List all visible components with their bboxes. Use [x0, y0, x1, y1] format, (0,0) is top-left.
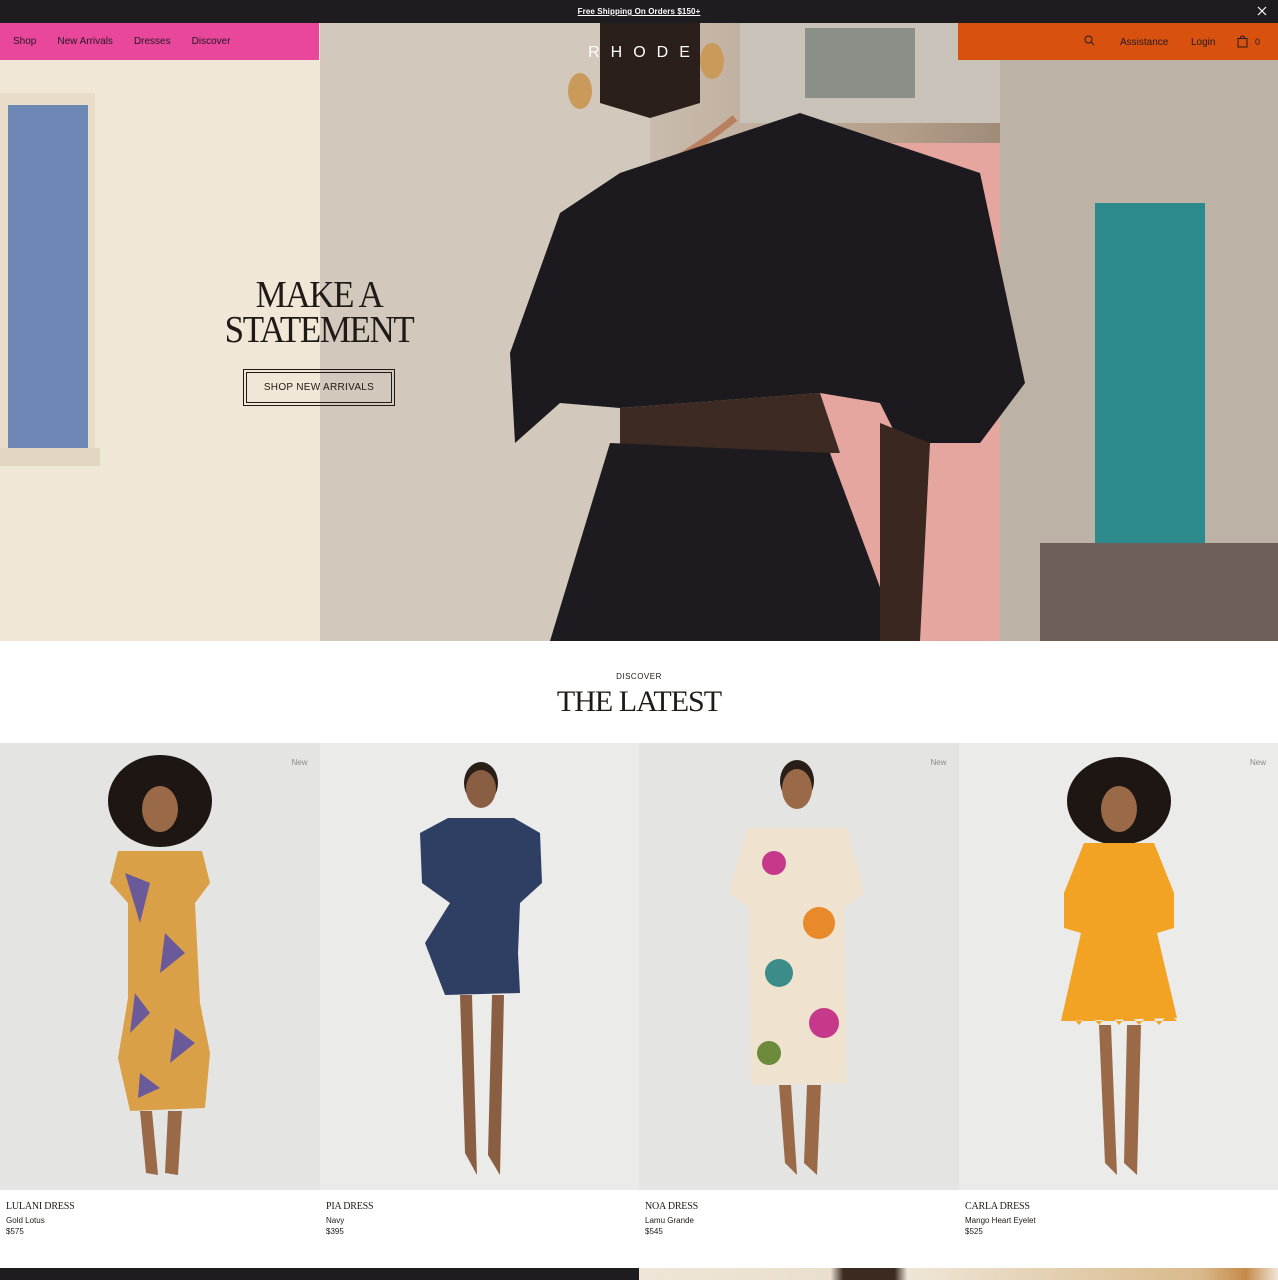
shop-new-arrivals-button[interactable]: SHOP NEW ARRIVALS	[243, 369, 395, 406]
bag-icon[interactable]	[1237, 35, 1248, 48]
product-info: LULANI DRESS Gold Lotus $575	[6, 1201, 325, 1237]
product-price: $575	[6, 1227, 24, 1236]
hero-banner: MAKE A STATEMENT SHOP NEW ARRIVALS	[0, 23, 1278, 641]
new-badge: New	[1249, 758, 1266, 767]
next-section-image	[639, 1268, 1278, 1280]
utility-nav: Assistance Login 0	[958, 23, 1278, 60]
search-icon[interactable]	[1084, 35, 1095, 46]
product-price: $395	[326, 1227, 344, 1236]
product-card[interactable]	[319, 743, 639, 1190]
product-card[interactable]: New	[639, 743, 959, 1190]
cart-count: 0	[1255, 37, 1261, 47]
product-info: PIA DRESS Navy $395	[326, 1201, 645, 1237]
rhode-logo[interactable]: RHODE	[540, 44, 738, 62]
product-image	[729, 760, 864, 1175]
login-link[interactable]: Login	[1191, 37, 1215, 48]
product-price: $525	[965, 1227, 983, 1236]
hero-image	[0, 23, 1278, 641]
nav-new-arrivals[interactable]: New Arrivals	[57, 36, 113, 47]
hero-title-line-1: MAKE A	[255, 274, 384, 316]
free-shipping-link[interactable]: Free Shipping On Orders $150+	[578, 7, 701, 16]
product-name[interactable]: CARLA DRESS	[965, 1201, 1278, 1212]
section-eyebrow: DISCOVER	[616, 672, 662, 681]
product-info: CARLA DRESS Mango Heart Eyelet $525	[965, 1201, 1278, 1237]
nav-dresses[interactable]: Dresses	[134, 36, 171, 47]
new-badge: New	[930, 758, 947, 767]
product-color: Gold Lotus	[6, 1216, 45, 1225]
product-info: NOA DRESS Lamu Grande $545	[645, 1201, 964, 1237]
product-color: Lamu Grande	[645, 1216, 694, 1225]
product-price: $545	[645, 1227, 663, 1236]
main-nav: Shop New Arrivals Dresses Discover	[0, 23, 319, 60]
product-image	[419, 762, 542, 1175]
product-name[interactable]: LULANI DRESS	[6, 1201, 325, 1212]
next-section-dark-panel	[0, 1268, 639, 1280]
nav-shop[interactable]: Shop	[13, 36, 36, 47]
hero-title: MAKE A STATEMENT	[210, 274, 429, 351]
nav-discover[interactable]: Discover	[192, 36, 231, 47]
new-badge: New	[291, 758, 308, 767]
product-card[interactable]: New	[958, 743, 1278, 1190]
announcement-bar: Free Shipping On Orders $150+	[0, 0, 1278, 23]
product-grid: New New New	[0, 743, 1278, 1190]
close-icon[interactable]	[1256, 5, 1268, 17]
product-name[interactable]: PIA DRESS	[326, 1201, 645, 1212]
assistance-link[interactable]: Assistance	[1120, 37, 1168, 48]
section-title: THE LATEST	[556, 685, 722, 718]
product-color: Navy	[326, 1216, 345, 1225]
product-name[interactable]: NOA DRESS	[645, 1201, 964, 1212]
hero-title-line-2: STATEMENT	[224, 309, 415, 351]
product-card[interactable]: New	[0, 743, 320, 1190]
product-color: Mango Heart Eyelet	[965, 1216, 1036, 1225]
product-image	[1060, 757, 1177, 1175]
product-image	[108, 755, 212, 1175]
